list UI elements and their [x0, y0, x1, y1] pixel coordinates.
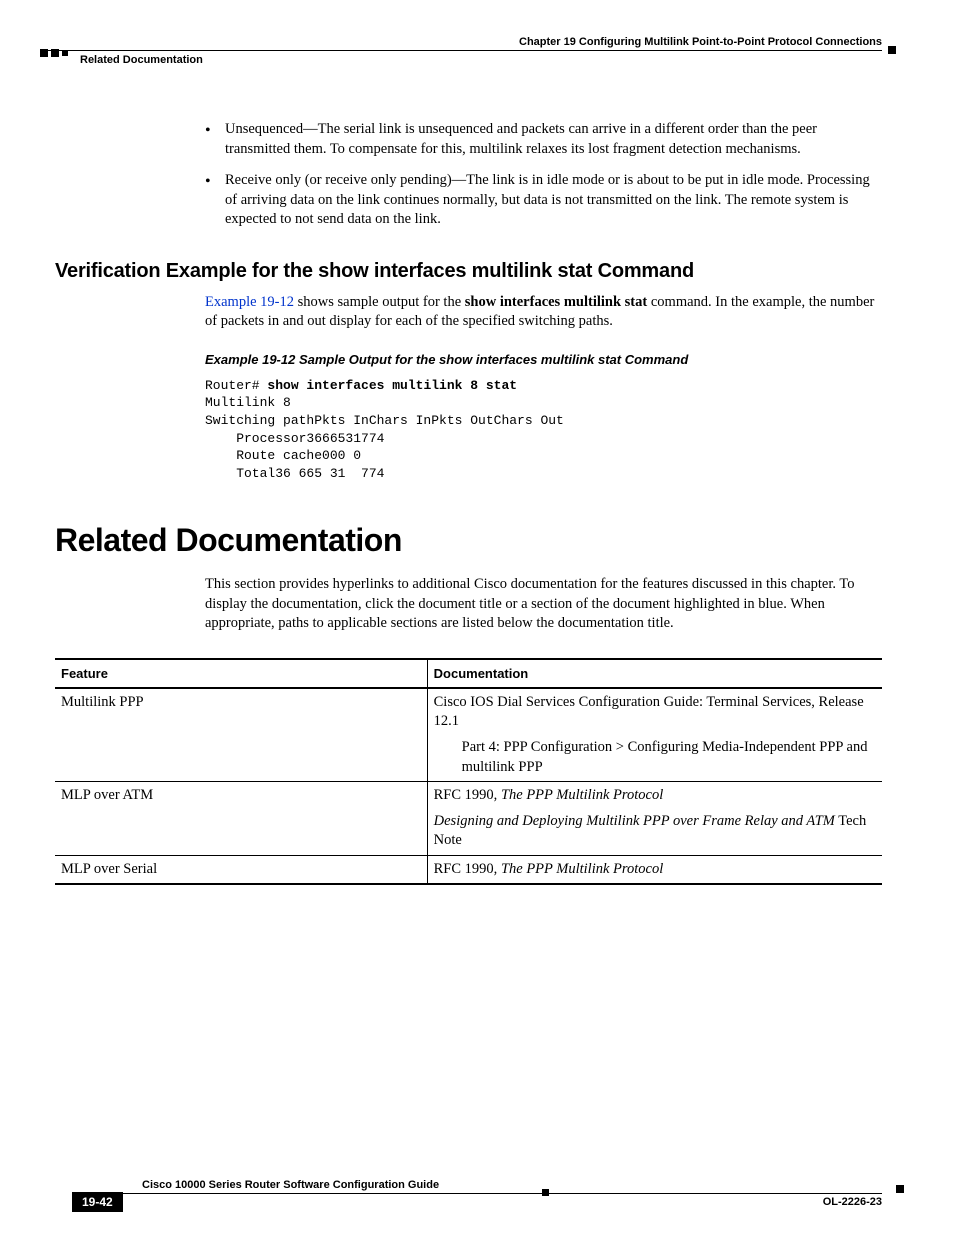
cell-feature: Multilink PPP: [55, 688, 427, 782]
square-icon: [51, 49, 59, 57]
text: shows sample output for the: [294, 294, 465, 310]
col-documentation: Documentation: [427, 659, 882, 688]
doc-sub: Part 4: PPP Configuration > Configuring …: [434, 738, 876, 777]
verification-heading: Verification Example for the show interf…: [55, 260, 882, 283]
doc-line1-pre: RFC 1990,: [434, 861, 501, 877]
header-square-icons: [40, 49, 68, 57]
cell-feature: MLP over ATM: [55, 782, 427, 856]
header-section: Related Documentation: [80, 54, 203, 66]
footer-ol: OL-2226-23: [823, 1196, 882, 1208]
related-paragraph: This section provides hyperlinks to addi…: [205, 575, 882, 634]
cell-documentation: Cisco IOS Dial Services Configuration Gu…: [427, 688, 882, 782]
code-line: Multilink 8: [205, 395, 291, 410]
page-header: Chapter 19 Configuring Multilink Point-t…: [40, 36, 882, 48]
verification-paragraph: Example 19-12 shows sample output for th…: [205, 293, 882, 332]
footer-endcap-icon: [896, 1185, 904, 1193]
doc-line1-italic: The PPP Multilink Protocol: [501, 787, 663, 803]
doc-main: Cisco IOS Dial Services Configuration Gu…: [434, 694, 864, 730]
code-line: Processor3666531774: [205, 431, 384, 446]
header-endcap-icon: [888, 46, 896, 54]
example-link[interactable]: Example 19-12: [205, 294, 294, 310]
footer-rule-wrap: 19-42 OL-2226-23: [72, 1193, 882, 1215]
content-area: Unsequenced—The serial link is unsequenc…: [55, 120, 882, 885]
cell-documentation: RFC 1990, The PPP Multilink Protocol: [427, 855, 882, 884]
page-number: 19-42: [72, 1192, 123, 1212]
example-title: Example 19-12 Sample Output for the show…: [205, 352, 882, 367]
bullet-item: Unsequenced—The serial link is unsequenc…: [205, 120, 882, 159]
cell-documentation: RFC 1990, The PPP Multilink Protocol Des…: [427, 782, 882, 856]
documentation-table: Feature Documentation Multilink PPP Cisc…: [55, 658, 882, 886]
square-icon: [62, 50, 68, 56]
footer-title: Cisco 10000 Series Router Software Confi…: [142, 1179, 882, 1191]
table-row: Multilink PPP Cisco IOS Dial Services Co…: [55, 688, 882, 782]
square-icon: [40, 49, 48, 57]
table-row: MLP over Serial RFC 1990, The PPP Multil…: [55, 855, 882, 884]
doc-line2: Designing and Deploying Multilink PPP ov…: [434, 812, 876, 851]
cell-feature: MLP over Serial: [55, 855, 427, 884]
header-chapter: Chapter 19 Configuring Multilink Point-t…: [40, 36, 882, 48]
header-rule: [40, 50, 882, 51]
doc-line1-italic: The PPP Multilink Protocol: [501, 861, 663, 877]
footer-midcap-icon: [542, 1189, 549, 1196]
code-line: Switching pathPkts InChars InPkts OutCha…: [205, 413, 564, 428]
code-line: Route cache000 0: [205, 448, 361, 463]
doc-line2-italic: Designing and Deploying Multilink PPP ov…: [434, 813, 835, 829]
related-heading: Related Documentation: [55, 522, 882, 559]
code-prompt: Router#: [205, 378, 267, 393]
text: This section provides hyperlinks to addi…: [205, 575, 882, 634]
page-footer: Cisco 10000 Series Router Software Confi…: [72, 1179, 882, 1215]
bullet-list: Unsequenced—The serial link is unsequenc…: [205, 120, 882, 230]
bullet-item: Receive only (or receive only pending)—T…: [205, 171, 882, 230]
code-command: show interfaces multilink 8 stat: [267, 378, 517, 393]
table-row: MLP over ATM RFC 1990, The PPP Multilink…: [55, 782, 882, 856]
command-bold: show interfaces multilink stat: [465, 294, 647, 310]
footer-rule: [72, 1193, 882, 1194]
doc-line1-pre: RFC 1990,: [434, 787, 501, 803]
code-line: Total36 665 31 774: [205, 466, 384, 481]
code-block: Router# show interfaces multilink 8 stat…: [205, 377, 882, 482]
col-feature: Feature: [55, 659, 427, 688]
